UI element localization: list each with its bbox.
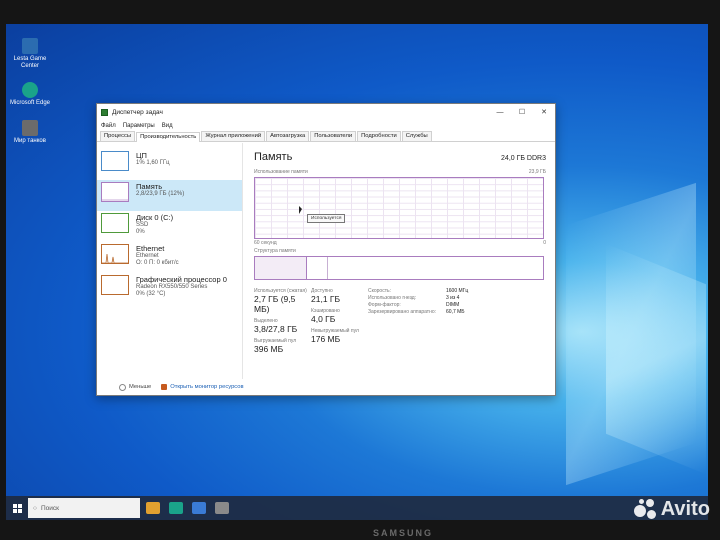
composition-in-use [255,257,307,279]
tab-bar: Процессы Производительность Журнал прило… [97,131,555,142]
sidebar-item-detail: 0% [136,228,145,235]
mail-icon[interactable] [192,502,206,514]
watermark-text: Avito [660,498,710,520]
tab-app-history[interactable]: Журнал приложений [201,131,266,141]
detail-key: Использовано гнезд: [368,295,417,301]
resource-monitor-icon [161,384,168,390]
world-of-tanks-icon [22,120,38,136]
usage-graph-label: Использование памяти [254,169,308,175]
mouse-cursor-icon [299,206,302,214]
memory-sparkline [101,182,129,202]
open-resource-monitor-link[interactable]: Открыть монитор ресурсов [170,384,243,390]
structure-label: Структура памяти [254,248,296,254]
stat-value: 21,1 ГБ [311,294,341,304]
desktop-icon-edge[interactable]: Microsoft Edge [8,82,52,107]
sidebar-item-name: Ethernet [136,244,165,253]
task-manager-icon [101,108,108,116]
search-placeholder: Поиск [40,504,59,512]
detail-value: 60,7 МБ [446,309,465,315]
windows-logo-icon [12,503,22,513]
panel-title: Память [254,151,293,163]
time-axis-label: 60 секунд [254,240,277,246]
sidebar-item-detail: 0% (32 °C) [136,290,166,297]
avito-logo-icon [633,498,656,521]
memory-composition-bar[interactable] [254,256,544,280]
ethernet-sparkline [101,244,129,264]
sidebar-item-detail: 2,8/23,9 ГБ (12%) [136,191,185,197]
composition-modified [308,257,328,279]
title-bar[interactable]: Диспетчер задач — ☐ ✕ [97,104,555,120]
disk-sparkline [101,213,129,233]
detail-value: 1600 МГц [446,288,469,294]
task-manager-window: Диспетчер задач — ☐ ✕ Файл Параметры Вид… [96,103,556,396]
fewer-details-link[interactable]: Меньше [129,384,151,390]
tab-performance[interactable]: Производительность [136,132,201,142]
desktop-icon-label: Microsoft Edge [9,100,51,106]
detail-key: Форм-фактор: [368,302,401,308]
gpu-sparkline [101,275,129,295]
tab-processes[interactable]: Процессы [100,131,136,141]
sidebar-item-name: ЦП [136,151,147,160]
chevron-up-icon[interactable] [119,383,126,391]
task-manager-taskbar-icon[interactable] [215,502,229,514]
start-button[interactable] [6,496,28,520]
sidebar-item-name: Диск 0 (C:) [136,213,174,222]
detail-value: 3 из 4 [446,295,460,301]
sidebar-item-gpu[interactable]: Графический процессор 0 Radeon RX550/550… [97,273,242,304]
sidebar-item-detail: 1% 1,60 ГГц [136,160,170,166]
search-icon: ○ [33,504,37,512]
stat-value: 396 МБ [254,344,284,354]
memory-panel: Память 24,0 ГБ DDR3 Использование памяти… [243,143,555,379]
sidebar-item-name: Графический процессор 0 [136,275,227,284]
sidebar-item-name: Память [136,182,163,191]
usage-graph-max: 23,9 ГБ [528,169,546,175]
lesta-game-center-icon [22,38,38,54]
desktop-icon-lesta[interactable]: Lesta Game Center [8,38,52,70]
file-explorer-icon[interactable] [146,502,160,514]
wallpaper-light-beam [606,243,706,475]
window-footer: Меньше Открыть монитор ресурсов [97,379,555,395]
stat-value: 2,7 ГБ (9,5 МБ) [254,294,296,314]
sidebar-item-memory[interactable]: Память 2,8/23,9 ГБ (12%) [97,180,242,211]
edge-taskbar-icon[interactable] [169,502,183,514]
time-axis-end: 0 [543,240,546,246]
sidebar-item-ethernet[interactable]: Ethernet Ethernet О: 0 П: 0 кбит/с [97,242,242,273]
minimize-button[interactable]: — [489,109,511,116]
stat-value: 4,0 ГБ [311,314,336,324]
menu-options[interactable]: Параметры [123,123,155,129]
desktop-icon-label: Мир танков [14,138,46,144]
desktop-icon-label: Lesta Game Center [13,56,47,69]
stat-value: 176 МБ [311,334,341,344]
taskbar-search[interactable]: ○ Поиск [28,498,140,518]
tab-users[interactable]: Пользователи [310,131,357,141]
detail-key: Скорость: [368,288,391,294]
tab-details[interactable]: Подробности [357,131,401,141]
edge-icon [22,82,38,98]
stat-value: 3,8/27,8 ГБ [254,324,298,334]
performance-sidebar: ЦП 1% 1,60 ГГц Память 2,8/23,9 ГБ (12%) … [97,143,243,379]
ethernet-spikes [102,253,128,263]
sidebar-item-detail: О: 0 П: 0 кбит/с [136,259,179,266]
sidebar-item-disk[interactable]: Диск 0 (C:) SSD 0% [97,211,242,242]
menu-file[interactable]: Файл [101,123,116,129]
close-button[interactable]: ✕ [533,108,555,116]
sidebar-item-cpu[interactable]: ЦП 1% 1,60 ГГц [97,149,242,180]
taskbar: ○ Поиск [6,496,708,520]
window-title: Диспетчер задач [112,108,163,116]
memory-usage-graph: Используется [254,177,544,239]
maximize-button[interactable]: ☐ [511,108,533,116]
avito-watermark: Avito [633,498,710,521]
menu-bar: Файл Параметры Вид [97,120,555,131]
monitor-brand-logo: SAMSUNG [373,528,434,538]
tab-services[interactable]: Службы [401,131,432,141]
memory-capacity: 24,0 ГБ DDR3 [501,155,546,162]
memory-details: Скорость: 1600 МГц Использовано гнезд: 3 и… [368,288,468,358]
detail-value: DIMM [446,302,460,308]
cpu-sparkline [101,151,129,171]
desktop-icon-tanks[interactable]: Мир танков [8,120,52,145]
menu-view[interactable]: Вид [162,123,173,129]
graph-tooltip: Используется [307,214,346,223]
tab-startup[interactable]: Автозагрузка [266,131,310,141]
detail-key: Зарезервировано аппаратно: [368,309,437,315]
